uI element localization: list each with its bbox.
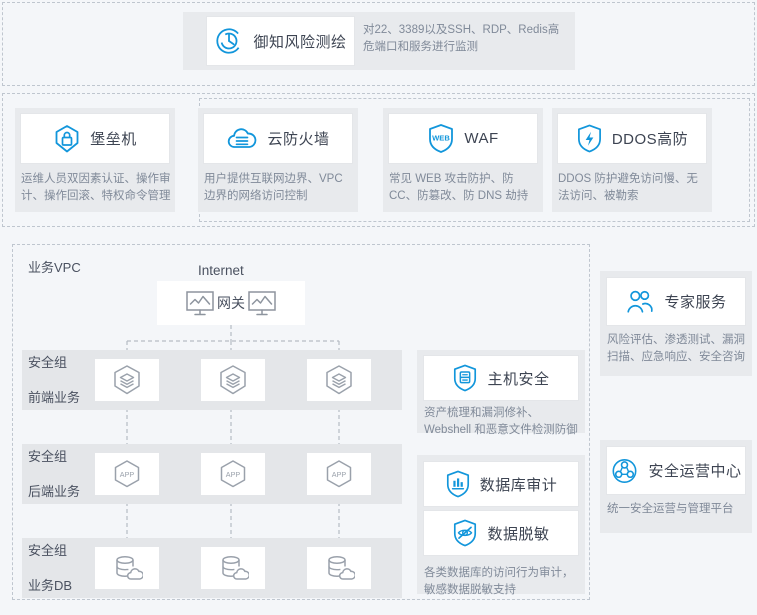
security-group-label-backend: 安全组 bbox=[28, 449, 68, 464]
ddos-title: DDOS高防 bbox=[611, 131, 689, 148]
layers-hexagon-icon bbox=[324, 364, 354, 396]
svg-text:WEB: WEB bbox=[433, 134, 451, 143]
bastion-title: 堡垒机 bbox=[90, 131, 137, 148]
monitor-icon bbox=[185, 290, 215, 317]
database-node[interactable] bbox=[95, 547, 159, 589]
database-cloud-icon bbox=[111, 553, 144, 583]
host-security-description: 资产梳理和漏洞修补、Webshell 和恶意文件检测防御 bbox=[424, 407, 578, 436]
app-hexagon-icon: APP bbox=[218, 458, 248, 490]
frontend-node[interactable] bbox=[201, 359, 265, 401]
db-masking-card[interactable]: 数据脱敏 bbox=[424, 511, 578, 555]
network-nodes-icon bbox=[610, 457, 639, 485]
expert-service-description: 风险评估、渗透测试、漏洞扫描、应急响应、安全咨询 bbox=[607, 334, 745, 363]
waf-description: 常见 WEB 攻击防护、防CC、防篡改、防 DNS 劫持 bbox=[389, 173, 529, 202]
svg-text:APP: APP bbox=[226, 470, 241, 479]
app-hexagon-icon: APP bbox=[324, 458, 354, 490]
expert-service-title: 专家服务 bbox=[664, 294, 727, 311]
ddos-card[interactable]: DDOS高防 bbox=[558, 114, 706, 163]
bolt-shield-icon bbox=[576, 123, 603, 154]
bastion-description: 运维人员双因素认证、操作审计、操作回滚、特权命令管理 bbox=[21, 173, 171, 202]
risk-mapping-title: 御知风险测绘 bbox=[253, 33, 347, 51]
soc-card[interactable]: 安全运营中心 bbox=[607, 447, 745, 494]
tier-label-backend: 后端业务 bbox=[28, 484, 81, 499]
database-cloud-icon bbox=[217, 553, 250, 583]
soc-description: 统一安全运营与管理平台 bbox=[607, 503, 734, 515]
db-masking-title: 数据脱敏 bbox=[487, 525, 550, 543]
risk-mapping-description: 对22、3389以及SSH、RDP、Redis高危端口和服务进行监测 bbox=[363, 24, 560, 53]
db-audit-title: 数据库审计 bbox=[479, 476, 558, 494]
data-security-description: 各类数据库的访问行为审计，敏感数据脱敏支持 bbox=[424, 567, 574, 596]
layers-hexagon-icon bbox=[112, 364, 142, 396]
host-security-card[interactable]: 主机安全 bbox=[424, 356, 578, 400]
monitor-icon bbox=[247, 290, 277, 317]
waf-card[interactable]: WEB WAF bbox=[389, 114, 537, 163]
architecture-diagram: 御知风险测绘 对22、3389以及SSH、RDP、Redis高危端口和服务进行监… bbox=[0, 0, 757, 615]
tier-label-frontend: 前端业务 bbox=[28, 390, 81, 405]
database-cloud-icon bbox=[323, 553, 356, 583]
host-shield-icon bbox=[452, 363, 478, 393]
eye-off-shield-icon bbox=[452, 518, 478, 548]
backend-node[interactable]: APP bbox=[201, 453, 265, 495]
cloud-firewall-icon bbox=[226, 125, 258, 153]
app-hexagon-icon: APP bbox=[112, 458, 142, 490]
tier-label-db: 业务DB bbox=[28, 578, 73, 593]
database-node[interactable] bbox=[201, 547, 265, 589]
cloud-firewall-card[interactable]: 云防火墙 bbox=[204, 114, 352, 163]
ddos-description: DDOS 防护避免访问慢、无法访问、被勒索 bbox=[558, 173, 698, 202]
frontend-node[interactable] bbox=[95, 359, 159, 401]
risk-mapping-card[interactable]: 御知风险测绘 bbox=[207, 17, 354, 65]
cloud-firewall-title: 云防火墙 bbox=[267, 131, 330, 148]
risk-radar-icon bbox=[214, 26, 244, 56]
lock-shield-icon bbox=[53, 124, 81, 154]
gateway-label: 网关 bbox=[217, 295, 245, 311]
expert-service-card[interactable]: 专家服务 bbox=[607, 278, 745, 325]
gateway-box[interactable]: 网关 bbox=[157, 281, 305, 325]
db-audit-card[interactable]: 数据库审计 bbox=[424, 462, 578, 506]
chart-shield-icon bbox=[445, 469, 471, 499]
svg-text:APP: APP bbox=[332, 470, 347, 479]
layers-hexagon-icon bbox=[218, 364, 248, 396]
security-group-label-db: 安全组 bbox=[28, 543, 68, 558]
svg-text:APP: APP bbox=[120, 470, 135, 479]
people-icon bbox=[625, 288, 655, 316]
security-group-label-frontend: 安全组 bbox=[28, 355, 68, 370]
waf-title: WAF bbox=[464, 130, 499, 147]
cloud-firewall-description: 用户提供互联网边界、VPC边界的网络访问控制 bbox=[204, 173, 343, 202]
database-node[interactable] bbox=[307, 547, 371, 589]
bastion-card[interactable]: 堡垒机 bbox=[21, 114, 169, 163]
host-security-title: 主机安全 bbox=[487, 370, 550, 388]
web-shield-icon: WEB bbox=[427, 123, 455, 154]
internet-label: Internet bbox=[198, 263, 244, 278]
backend-node[interactable]: APP bbox=[307, 453, 371, 495]
soc-title: 安全运营中心 bbox=[648, 463, 742, 480]
backend-node[interactable]: APP bbox=[95, 453, 159, 495]
frontend-node[interactable] bbox=[307, 359, 371, 401]
vpc-label: 业务VPC bbox=[28, 260, 81, 275]
